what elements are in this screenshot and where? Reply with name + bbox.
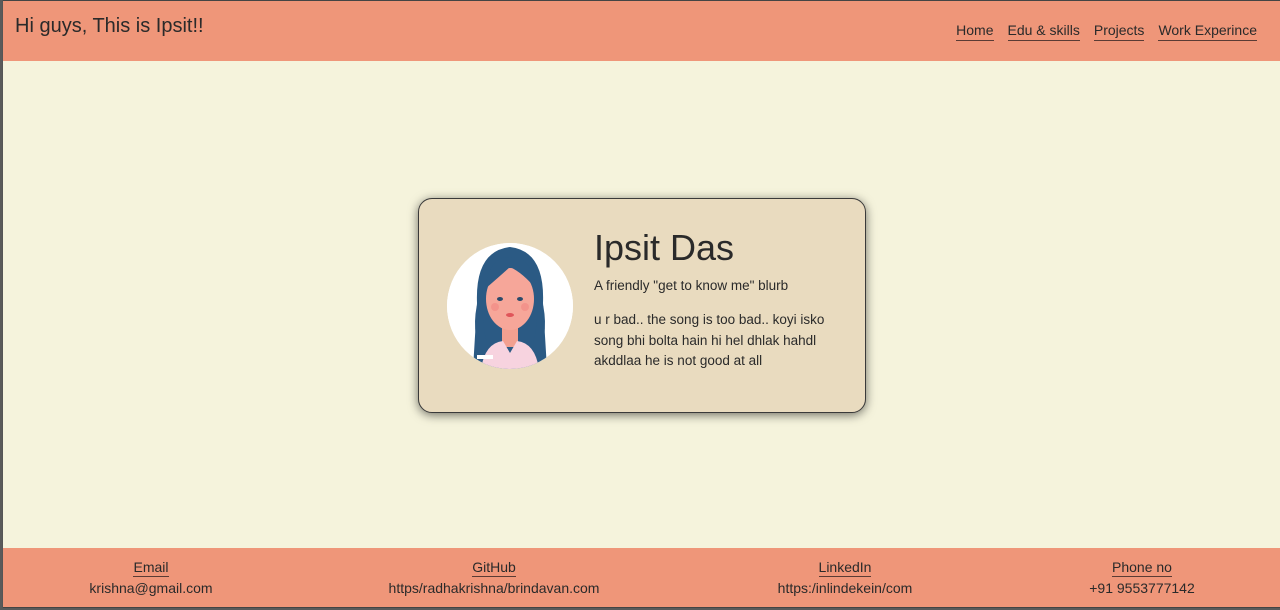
nav-home[interactable]: Home — [956, 22, 994, 41]
footer-github-value: https/radhakrishna/brindavan.com — [388, 580, 600, 596]
footer-github-label[interactable]: GitHub — [472, 559, 516, 577]
footer-email: Email krishna@gmail.com — [21, 559, 281, 596]
page: Hi guys, This is Ipsit!! Home Edu & skil… — [2, 0, 1280, 608]
girl-avatar-icon — [447, 243, 573, 369]
footer-linkedin-label[interactable]: LinkedIn — [818, 559, 872, 577]
site-title: Hi guys, This is Ipsit!! — [15, 15, 204, 37]
profile-bio: u r bad.. the song is too bad.. koyi isk… — [594, 312, 825, 368]
footer-email-label[interactable]: Email — [133, 559, 169, 577]
nav-projects[interactable]: Projects — [1093, 22, 1145, 41]
site-header: Hi guys, This is Ipsit!! Home Edu & skil… — [3, 0, 1280, 61]
nav-work-experience[interactable]: Work Experince — [1158, 22, 1257, 41]
nav-edu-skills[interactable]: Edu & skills — [1007, 22, 1080, 41]
profile-card: Ipsit Das A friendly "get to know me" bl… — [418, 198, 866, 413]
footer-phone-label[interactable]: Phone no — [1112, 559, 1172, 577]
footer-github: GitHub https/radhakrishna/brindavan.com — [364, 559, 624, 596]
footer-email-value: krishna@gmail.com — [89, 580, 213, 596]
profile-name: Ipsit Das — [594, 227, 735, 268]
footer-linkedin: LinkedIn https:/inlindekein/com — [715, 559, 975, 596]
footer-phone: Phone no +91 9553777142 — [1012, 559, 1272, 596]
footer-phone-value: +91 9553777142 — [1089, 580, 1195, 596]
profile-blurb: A friendly "get to know me" blurb — [594, 278, 789, 293]
main-nav: Home Edu & skills Projects Work Experinc… — [956, 22, 1257, 41]
footer-linkedin-value: https:/inlindekein/com — [777, 580, 913, 596]
site-footer: Email krishna@gmail.com GitHub https/rad… — [3, 548, 1280, 608]
